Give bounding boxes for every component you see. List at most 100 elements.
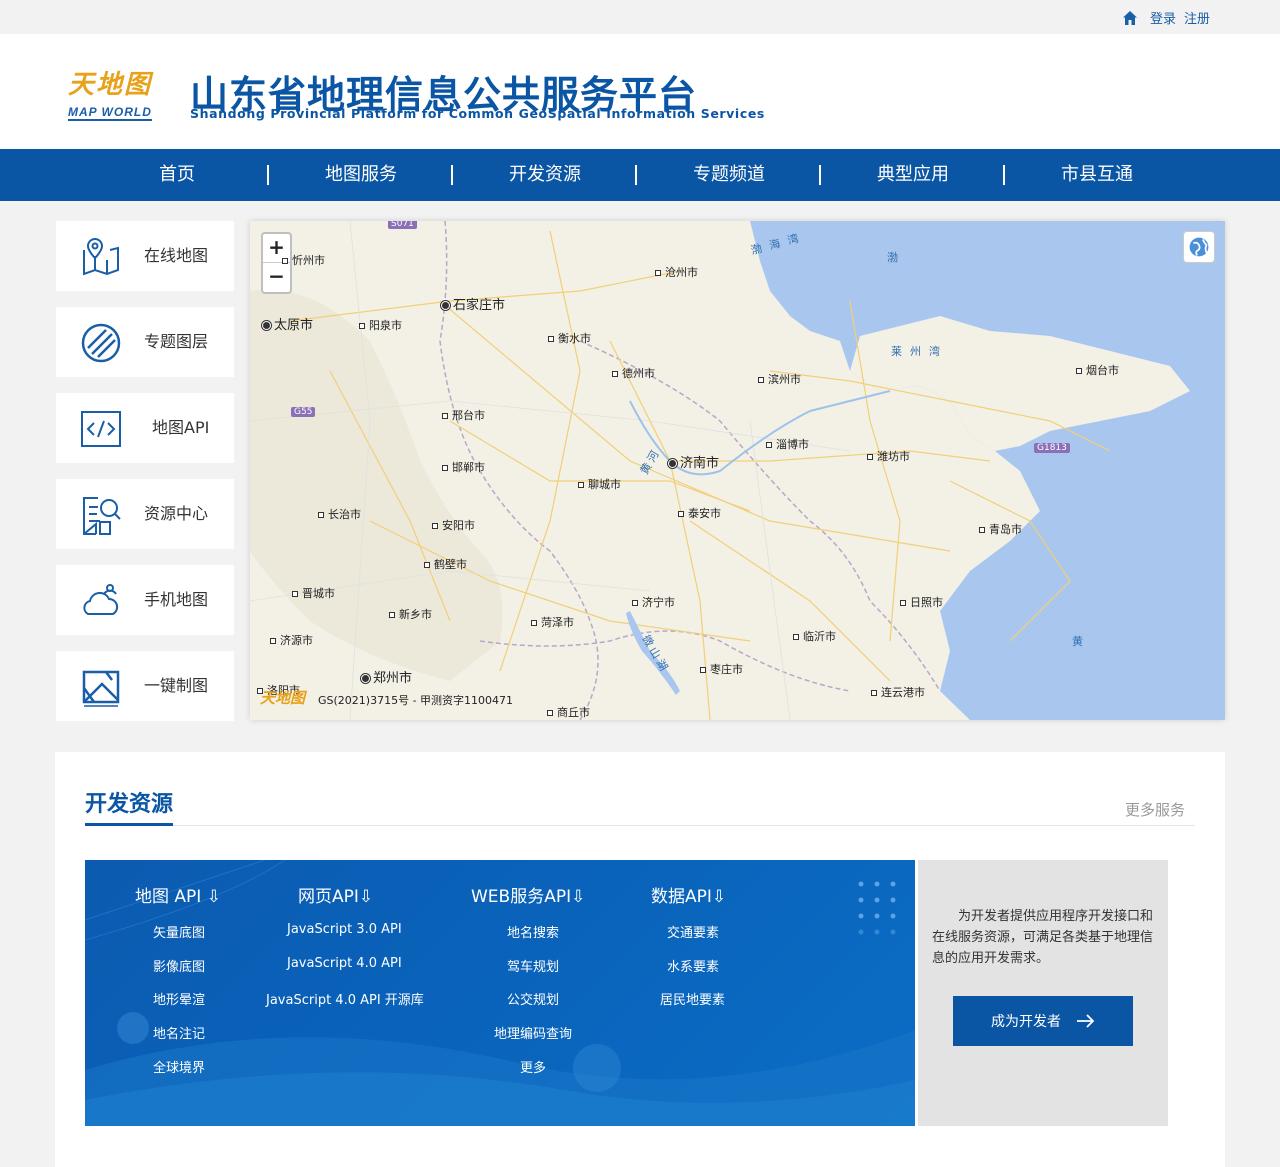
city-label: 济宁市 [632,594,675,610]
nav-topic-channel[interactable]: 专题频道 [637,149,821,201]
city-label: 石家庄市 [442,294,505,313]
section-divider [85,825,1195,826]
api-link[interactable]: 居民地要素 [660,989,725,1008]
api-link[interactable]: 全球境界 [153,1057,205,1076]
become-developer-button[interactable]: 成为开发者 [953,996,1133,1046]
city-label: 鹤壁市 [424,556,467,572]
city-label: 衡水市 [548,330,591,346]
api-column-head[interactable]: 地图 API ⇩ [135,882,221,907]
city-label: 临沂市 [793,628,836,644]
sidebar-item-online-map[interactable]: 在线地图 [56,221,234,291]
api-link[interactable]: JavaScript 3.0 API [287,922,402,937]
city-label: 滨州市 [758,371,801,387]
city-label: 阳泉市 [359,317,402,333]
api-head-label: 数据API [651,887,712,907]
api-link[interactable]: 地形晕渲 [153,989,205,1008]
city-label: 安阳市 [432,517,475,533]
more-services-link[interactable]: 更多服务 [1125,799,1185,820]
api-column-head[interactable]: 网页API⇩ [298,882,373,907]
sidebar-item-label: 地图API [152,418,210,437]
city-label: 烟台市 [1076,362,1119,378]
site-subtitle: Shandong Provincial Platform for Common … [190,106,765,121]
main-nav: 首页 地图服务 开发资源 专题频道 典型应用 市县互通 [0,149,1280,201]
home-icon[interactable] [1122,10,1138,26]
button-label: 成为开发者 [991,1014,1061,1030]
city-label: 新乡市 [389,606,432,622]
sidebar-item-one-click-mapping[interactable]: 一键制图 [56,651,234,721]
api-link[interactable]: JavaScript 4.0 API 开源库 [266,989,424,1008]
resource-search-icon [83,497,121,535]
section-title-underline [85,823,173,826]
layer-icon [81,323,121,363]
api-link[interactable]: 地名搜索 [507,922,559,941]
api-column-head[interactable]: 数据API⇩ [651,882,726,907]
mobile-cloud-icon [83,584,119,615]
developer-info-text: 为开发者提供应用程序开发接口和在线服务资源，可满足各类基于地理信息的应用开发需求… [932,909,1154,966]
api-head-label: WEB服务API [471,887,572,907]
api-link[interactable]: 更多 [520,1057,546,1076]
city-label: 邯郸市 [442,459,485,475]
logo-text-en: MAP WORLD [68,105,152,121]
road-shield: G1813 [1034,443,1070,453]
section-title: 开发资源 [85,792,174,817]
dev-resources-section: 开发资源 更多服务 地图 API ⇩ 矢量底图 影像底图 地形晕渲 地名注记 全… [55,752,1225,1167]
api-head-label: 网页API [298,887,359,907]
nav-label: 开发资源 [509,164,581,185]
nav-label: 地图服务 [325,164,397,185]
download-icon: ⇩ [711,887,727,907]
api-link[interactable]: 矢量底图 [153,922,205,941]
api-link[interactable]: 公交规划 [507,989,559,1008]
city-label: 忻州市 [282,252,325,268]
nav-map-service[interactable]: 地图服务 [269,149,453,201]
sidebar-item-topic-layer[interactable]: 专题图层 [56,307,234,377]
city-label: 郑州市 [362,667,412,686]
city-label: 青岛市 [979,521,1022,537]
map-tianditu-logo: 天地图 [260,689,306,707]
city-label: 济源市 [270,632,313,648]
nav-home[interactable]: 首页 [85,149,269,201]
download-icon: ⇩ [358,887,374,907]
nav-dev-resources[interactable]: 开发资源 [453,149,637,201]
mapping-icon [82,670,120,707]
city-label: 枣庄市 [700,661,743,677]
sidebar-item-label: 资源中心 [144,504,209,523]
sidebar-item-mobile-map[interactable]: 手机地图 [56,565,234,635]
download-icon: ⇩ [571,887,586,907]
api-link[interactable]: 地理编码查询 [494,1023,572,1042]
api-column-head[interactable]: WEB服务API⇩ [471,882,585,907]
developer-info-panel: 为开发者提供应用程序开发接口和在线服务资源，可满足各类基于地理信息的应用开发需求… [918,860,1168,1126]
api-link[interactable]: 地名注记 [153,1023,205,1042]
map-viewer[interactable]: + − S071 G55 G1813 渤海湾 渤 莱州湾 黄 黄河 微山湖 忻州… [250,221,1225,720]
sidebar-item-resource-center[interactable]: 资源中心 [56,479,234,549]
nav-county-link[interactable]: 市县互通 [1005,149,1189,201]
api-link[interactable]: JavaScript 4.0 API [287,956,402,971]
city-label: 商丘市 [547,704,590,720]
api-link[interactable]: 交通要素 [667,922,719,941]
city-label: 邢台市 [442,407,485,423]
api-link[interactable]: 驾车规划 [507,956,559,975]
city-label: 潍坊市 [867,448,910,464]
logo-text-cn: 天地图 [68,70,153,100]
layer-switch-button[interactable] [1183,231,1215,263]
top-bar: 登录 注册 [0,0,1280,34]
download-icon: ⇩ [206,887,221,907]
api-link[interactable]: 影像底图 [153,956,205,975]
sidebar-item-label: 一键制图 [144,676,209,695]
login-link[interactable]: 登录 [1150,8,1176,27]
map-pin-icon [83,237,119,276]
city-label: 泰安市 [678,505,721,521]
api-link[interactable]: 水系要素 [667,956,719,975]
city-label: 沧州市 [655,264,698,280]
code-icon [81,411,121,447]
city-label: 连云港市 [871,684,925,700]
nav-typical-apps[interactable]: 典型应用 [821,149,1005,201]
register-link[interactable]: 注册 [1184,8,1210,27]
sidebar-item-label: 专题图层 [144,332,209,351]
city-label: 聊城市 [578,476,621,492]
tianditu-logo[interactable]: 天地图 MAP WORLD [68,64,168,124]
nav-label: 专题频道 [693,164,765,185]
sidebar-item-map-api[interactable]: 地图API [56,393,234,463]
api-head-label: 地图 API [135,887,202,907]
sea-label: 黄 [1072,635,1091,648]
nav-label: 首页 [159,164,195,185]
